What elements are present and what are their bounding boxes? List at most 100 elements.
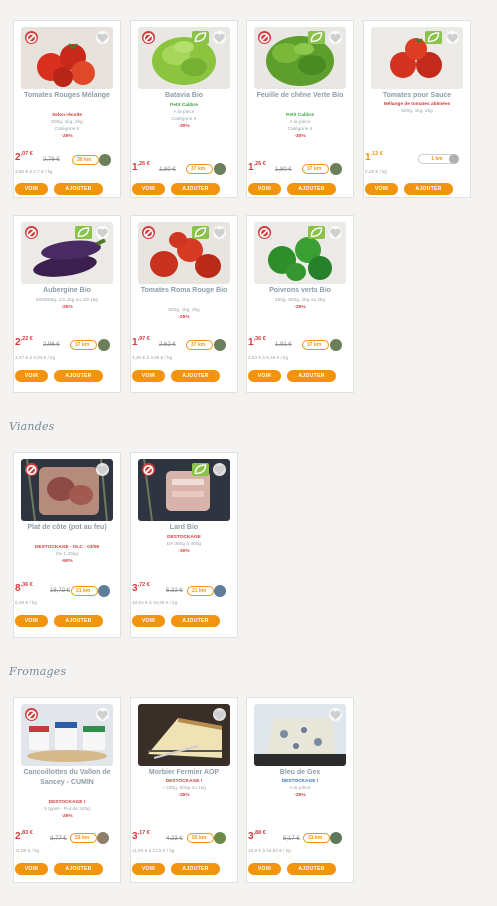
product-card[interactable]: Morbier Fermier AOP DESTOCKAGE ! ~ 250g,… (130, 697, 238, 883)
product-name[interactable]: Lard Bio (134, 523, 234, 533)
voir-button[interactable]: VOIR (15, 615, 48, 627)
ajouter-button[interactable]: AJOUTER (287, 183, 336, 195)
product-image[interactable] (138, 704, 230, 766)
product-weight: De 350g à 400g (166, 542, 202, 547)
voir-button[interactable]: VOIR (248, 863, 281, 875)
product-image[interactable] (21, 459, 113, 521)
product-card[interactable]: Cancoillottes du Vallon de Sancey - CUMI… (13, 697, 121, 883)
ajouter-button[interactable]: AJOUTER (171, 863, 220, 875)
voir-button[interactable]: VOIR (15, 370, 48, 382)
product-name[interactable]: Plat de côte (pot au feu) (17, 523, 117, 533)
product-weight: A la pièce (173, 110, 195, 115)
product-note: Petit Calibre (170, 103, 198, 108)
heart-icon[interactable] (213, 31, 226, 44)
producer-avatar[interactable] (99, 154, 111, 166)
producer-avatar[interactable] (214, 832, 226, 844)
product-name[interactable]: Cancoillottes du Vallon de Sancey - CUMI… (17, 768, 117, 788)
discount-badge: -25% (178, 793, 190, 798)
producer-avatar[interactable] (330, 163, 342, 175)
ajouter-button[interactable]: AJOUTER (54, 615, 103, 627)
product-card[interactable]: Bleu de Gex DESTOCKAGE ! A la pièce -25%… (246, 697, 354, 883)
ajouter-button[interactable]: AJOUTER (171, 370, 220, 382)
producer-avatar[interactable] (98, 585, 110, 597)
price: 2,83 € (15, 830, 33, 842)
product-name[interactable]: Batavia Bio (134, 91, 234, 101)
heart-icon[interactable] (96, 463, 109, 476)
product-image[interactable] (21, 222, 113, 284)
product-name[interactable]: Tomates pour Sauce (367, 91, 467, 101)
bio-leaf-icon (192, 31, 209, 44)
price: 2,22 € (15, 336, 33, 348)
ajouter-button[interactable]: AJOUTER (54, 370, 103, 382)
product-card[interactable]: Tomates Roma Rouge Bio 500g, 1kg, 2kg -2… (130, 215, 238, 393)
product-card[interactable]: Plat de côte (pot au feu) DESTOCKAGE - D… (13, 452, 121, 638)
ajouter-button[interactable]: AJOUTER (171, 183, 220, 195)
producer-avatar[interactable] (98, 339, 110, 351)
ajouter-button[interactable]: AJOUTER (54, 183, 103, 195)
voir-button[interactable]: VOIR (15, 863, 48, 875)
ajouter-button[interactable]: AJOUTER (171, 615, 220, 627)
product-card[interactable]: Poivrons verts Bio 250g, 500g, 1kg ou 2k… (246, 215, 354, 393)
product-image[interactable] (138, 459, 230, 521)
bio-leaf-icon (192, 463, 209, 476)
heart-icon[interactable] (329, 708, 342, 721)
product-card[interactable]: Aubergine Bio 500/600g, 1/1,1kg ou 2/2,1… (13, 215, 121, 393)
voir-button[interactable]: VOIR (15, 183, 48, 195)
voir-button[interactable]: VOIR (248, 370, 281, 382)
product-image[interactable] (254, 222, 346, 284)
product-name[interactable]: Aubergine Bio (17, 286, 117, 296)
product-image[interactable] (138, 27, 230, 89)
distance-badge: 37 km (186, 340, 213, 350)
product-name[interactable]: Bleu de Gex (250, 768, 350, 778)
bio-leaf-icon (308, 226, 325, 239)
old-price: 16,72 € (50, 588, 71, 594)
producer-avatar[interactable] (97, 832, 109, 844)
voir-button[interactable]: VOIR (248, 183, 281, 195)
heart-icon[interactable] (213, 463, 226, 476)
discount-badge: -25% (61, 134, 73, 139)
product-card[interactable]: Lard Bio DESTOCKAGE De 350g à 400g -30% … (130, 452, 238, 638)
heart-icon[interactable] (213, 226, 226, 239)
product-name[interactable]: Morbier Fermier AOP (134, 768, 234, 778)
promo-icon (25, 463, 38, 476)
heart-icon[interactable] (96, 708, 109, 721)
heart-icon[interactable] (96, 226, 109, 239)
product-card[interactable]: Tomates pour Sauce Mélange de tomates ab… (363, 20, 471, 198)
ajouter-button[interactable]: AJOUTER (54, 863, 103, 875)
heart-icon[interactable] (96, 31, 109, 44)
ajouter-button[interactable]: AJOUTER (404, 183, 453, 195)
producer-avatar[interactable] (214, 585, 226, 597)
heart-icon[interactable] (446, 31, 459, 44)
ajouter-button[interactable]: AJOUTER (287, 863, 336, 875)
product-image[interactable] (254, 704, 346, 766)
price: 1,36 € (248, 336, 266, 348)
product-name[interactable]: Feuille de chêne Verte Bio (250, 91, 350, 101)
producer-avatar[interactable] (330, 832, 342, 844)
product-image[interactable] (21, 27, 113, 89)
producer-avatar[interactable] (214, 163, 226, 175)
product-image[interactable] (371, 27, 463, 89)
product-card[interactable]: Tomates Rouges Mélange Selon récolte 500… (13, 20, 121, 198)
product-image[interactable] (138, 222, 230, 284)
product-name[interactable]: Poivrons verts Bio (250, 286, 350, 296)
product-card[interactable]: Batavia Bio Petit Calibre A la pièce Cat… (130, 20, 238, 198)
producer-avatar[interactable] (214, 339, 226, 351)
product-card[interactable]: Feuille de chêne Verte Bio Petit Calibre… (246, 20, 354, 198)
product-image[interactable] (21, 704, 113, 766)
producer-avatar[interactable] (449, 154, 459, 164)
voir-button[interactable]: VOIR (365, 183, 398, 195)
voir-button[interactable]: VOIR (132, 183, 165, 195)
heart-icon[interactable] (329, 226, 342, 239)
ajouter-button[interactable]: AJOUTER (287, 370, 336, 382)
promo-icon (142, 463, 155, 476)
product-name[interactable]: Tomates Rouges Mélange (17, 91, 117, 101)
product-name[interactable]: Tomates Roma Rouge Bio (134, 286, 234, 296)
voir-button[interactable]: VOIR (132, 615, 165, 627)
producer-avatar[interactable] (330, 339, 342, 351)
product-image[interactable] (254, 27, 346, 89)
heart-icon[interactable] (213, 708, 226, 721)
voir-button[interactable]: VOIR (132, 863, 165, 875)
distance-badge: 37 km (302, 340, 329, 350)
voir-button[interactable]: VOIR (132, 370, 165, 382)
heart-icon[interactable] (329, 31, 342, 44)
